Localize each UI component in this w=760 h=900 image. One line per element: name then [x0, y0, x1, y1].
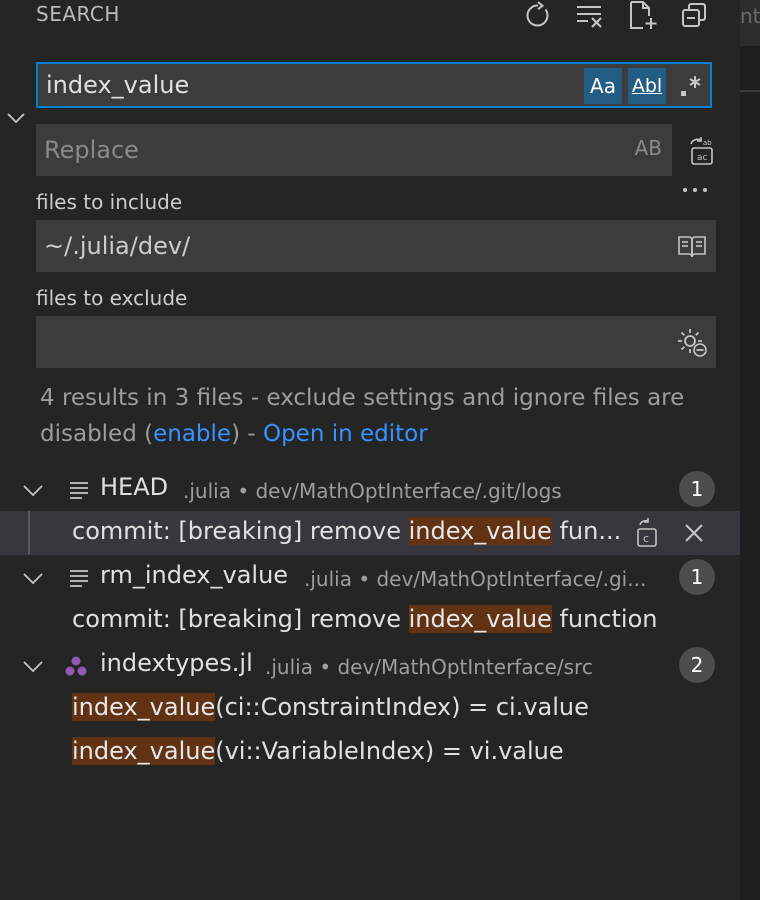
result-file-path: .julia • dev/MathOptInterface/.git/logs [183, 479, 562, 503]
new-search-editor-icon[interactable] [627, 0, 657, 30]
result-count-badge: 1 [679, 559, 715, 595]
result-count-badge: 1 [679, 471, 715, 507]
result-file-row[interactable]: HEAD .julia • dev/MathOptInterface/.git/… [0, 467, 740, 511]
enable-link[interactable]: enable [153, 421, 231, 447]
exclude-input[interactable] [44, 316, 564, 368]
collapse-all-icon[interactable] [680, 0, 710, 30]
result-file-path: .julia • dev/MathOptInterface/src [265, 655, 593, 679]
editor-divider [740, 90, 760, 92]
result-match-row[interactable]: commit: [breaking] remove index_value fu… [0, 511, 740, 555]
indent-guide [28, 511, 30, 555]
result-match-row[interactable]: index_value(vi::VariableIndex) = vi.valu… [0, 731, 740, 775]
result-match-text: commit: [breaking] remove index_value fu… [72, 517, 622, 545]
text-file-icon [68, 479, 90, 501]
editor-tab-fragment[interactable]: ntr [740, 0, 760, 46]
result-count-badge: 2 [679, 647, 715, 683]
result-file-name: rm_index_value [100, 561, 289, 589]
results-summary: 4 results in 3 files - exclude settings … [40, 380, 700, 452]
result-match-text: index_value(ci::ConstraintIndex) = ci.va… [72, 693, 589, 721]
preserve-case-toggle[interactable]: AB [635, 136, 662, 160]
editor-tab-label: ntr [740, 4, 760, 28]
dismiss-close-icon[interactable] [678, 517, 710, 549]
result-file-path: .julia • dev/MathOptInterface/.gi... [304, 567, 647, 591]
match-whole-word-toggle[interactable]: Abl [628, 68, 666, 104]
result-match-row[interactable]: index_value(ci::ConstraintIndex) = ci.va… [0, 687, 740, 731]
result-file-row[interactable]: indextypes.jl .julia • dev/MathOptInterf… [0, 643, 740, 687]
panel-title: SEARCH [36, 2, 120, 26]
result-match-text: index_value(vi::VariableIndex) = vi.valu… [72, 737, 564, 765]
replace-all-icon[interactable]: ab ac [688, 136, 718, 166]
search-only-open-editors-icon[interactable] [676, 230, 708, 262]
exclude-input-box [36, 316, 716, 368]
refresh-icon[interactable] [523, 0, 553, 30]
result-file-name: HEAD [100, 473, 169, 501]
result-match-text: commit: [breaking] remove index_value fu… [72, 605, 658, 633]
use-regex-toggle[interactable] [672, 68, 710, 104]
include-input[interactable] [44, 220, 564, 272]
match-highlight: index_value [408, 605, 552, 633]
use-exclude-settings-icon[interactable] [676, 326, 708, 358]
svg-text:ac: ac [697, 153, 708, 163]
replace-icon[interactable]: c [632, 517, 664, 549]
include-input-box [36, 220, 716, 272]
search-input-box: Aa Abl [36, 62, 712, 108]
chevron-down-icon[interactable] [22, 567, 44, 589]
match-highlight: index_value [72, 737, 216, 765]
exclude-label: files to exclude [36, 286, 188, 310]
chevron-down-icon[interactable] [22, 479, 44, 501]
more-options-icon[interactable] [680, 180, 710, 200]
julia-file-icon [64, 655, 87, 677]
replace-input[interactable] [44, 124, 564, 176]
chevron-down-icon[interactable] [22, 655, 44, 677]
text-file-icon [68, 567, 90, 589]
svg-text:ab: ab [703, 139, 712, 147]
match-highlight: index_value [408, 517, 552, 545]
include-label: files to include [36, 190, 183, 214]
open-in-editor-link[interactable]: Open in editor [263, 421, 428, 447]
editor-area-edge: ntr [740, 0, 760, 900]
match-highlight: index_value [72, 693, 216, 721]
toggle-replace-chevron-icon[interactable] [6, 108, 26, 128]
clear-results-icon[interactable] [575, 0, 605, 30]
summary-text-after: ) - [231, 421, 263, 447]
result-file-name: indextypes.jl [100, 649, 253, 677]
search-input[interactable] [46, 64, 566, 106]
result-file-row[interactable]: rm_index_value .julia • dev/MathOptInter… [0, 555, 740, 599]
match-case-toggle[interactable]: Aa [584, 68, 622, 104]
result-match-row[interactable]: commit: [breaking] remove index_value fu… [0, 599, 740, 643]
svg-text:c: c [643, 532, 649, 545]
replace-input-box: AB [36, 124, 672, 176]
